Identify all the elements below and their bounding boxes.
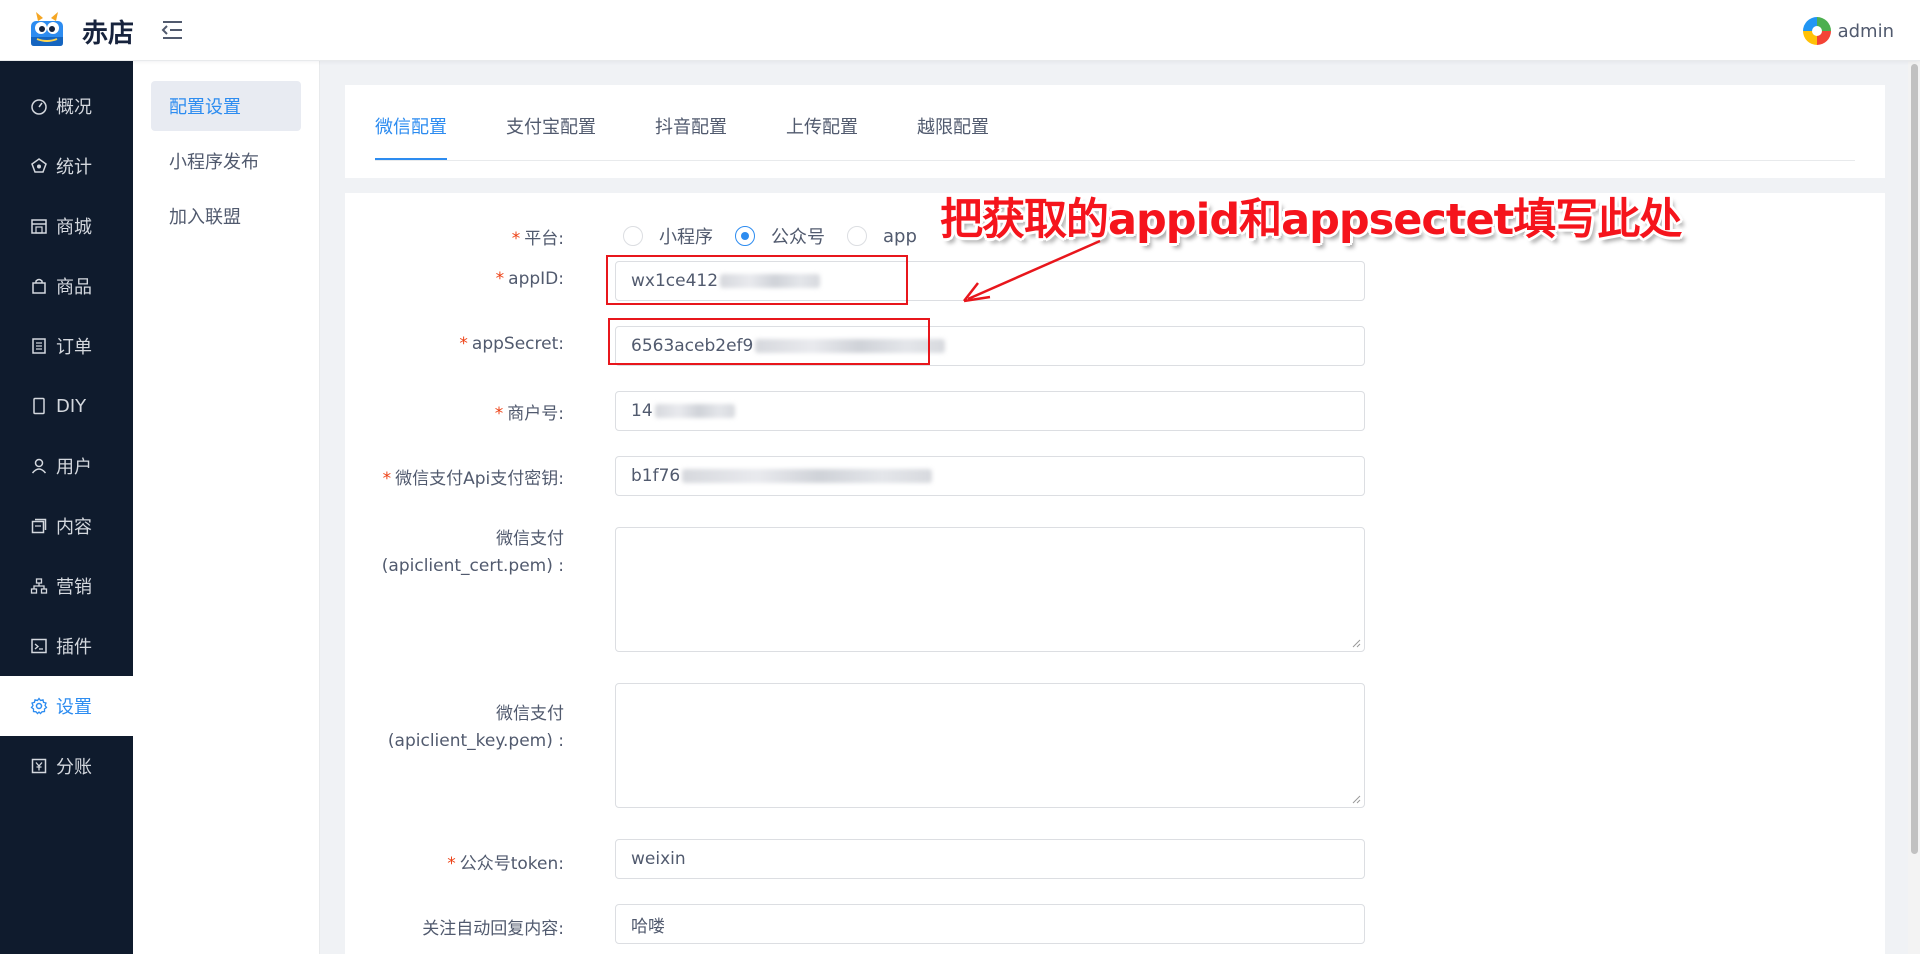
page-scrollbar[interactable] bbox=[1908, 61, 1920, 954]
sidebar-item-split[interactable]: 分账 bbox=[0, 736, 133, 796]
wechat-config-form: * 平台: 小程序 公众号 app * appID: wx1ce412 * appSe… bbox=[345, 193, 1885, 954]
platform-label: * 平台: bbox=[511, 229, 564, 249]
radio-app[interactable]: app bbox=[847, 226, 917, 247]
sidebar-item-shop[interactable]: 商城 bbox=[0, 196, 133, 256]
tab-upload-config[interactable]: 上传配置 bbox=[786, 113, 858, 160]
plugin-icon bbox=[31, 638, 47, 654]
appsecret-input[interactable]: 6563aceb2ef9 bbox=[615, 326, 1365, 366]
avatar bbox=[1802, 17, 1831, 45]
sidebar-item-label: 商品 bbox=[56, 277, 92, 298]
key-label: 微信支付 (apiclient_key.pem) : bbox=[387, 704, 564, 751]
auto-reply-label: 关注自动回复内容: bbox=[422, 919, 564, 939]
phone-icon bbox=[33, 397, 45, 415]
user-icon bbox=[31, 458, 47, 474]
subnav-item-miniprogram-publish[interactable]: 小程序发布 bbox=[151, 136, 301, 186]
stats-icon bbox=[31, 158, 47, 173]
tabs-divider bbox=[375, 160, 1855, 161]
tab-alipay-config[interactable]: 支付宝配置 bbox=[506, 113, 596, 160]
sub-navigation: 配置设置 小程序发布 加入联盟 bbox=[133, 61, 320, 954]
annotation-text: 把获取的appid和appsectet填写此处 bbox=[940, 195, 1682, 245]
yen-icon bbox=[31, 758, 47, 774]
config-tabs: 微信配置 支付宝配置 抖音配置 上传配置 越限配置 bbox=[345, 85, 1885, 178]
api-key-label: * 微信支付Api支付密钥: bbox=[382, 469, 564, 489]
cert-textarea[interactable] bbox=[615, 527, 1365, 652]
sidebar-item-overview[interactable]: 概况 bbox=[0, 76, 133, 136]
subnav-item-join-alliance[interactable]: 加入联盟 bbox=[151, 191, 301, 241]
resize-grip-icon[interactable] bbox=[1351, 794, 1361, 804]
appsecret-label: * appSecret: bbox=[459, 334, 564, 354]
sidebar-item-label: DIY bbox=[56, 395, 87, 417]
tab-wechat-config[interactable]: 微信配置 bbox=[375, 113, 447, 160]
tab-limit-config[interactable]: 越限配置 bbox=[917, 113, 989, 160]
token-input[interactable]: weixin bbox=[615, 839, 1365, 879]
logo-icon bbox=[31, 12, 63, 46]
sidebar-item-label: 商城 bbox=[56, 217, 92, 238]
sidebar-item-label: 插件 bbox=[56, 637, 92, 658]
subnav-item-config[interactable]: 配置设置 bbox=[151, 81, 301, 131]
gear-icon bbox=[30, 697, 48, 715]
platform-radio-group: 小程序 公众号 app bbox=[623, 224, 939, 248]
sidebar-item-label: 内容 bbox=[56, 517, 92, 538]
dashboard-icon bbox=[31, 99, 47, 115]
auto-reply-input[interactable]: 哈喽 bbox=[615, 904, 1365, 944]
sidebar-item-label: 设置 bbox=[56, 697, 92, 718]
sidebar-item-diy[interactable]: DIY bbox=[0, 376, 133, 436]
appid-input[interactable]: wx1ce412 bbox=[615, 261, 1365, 301]
sidebar-item-label: 概况 bbox=[56, 97, 92, 118]
sidebar-item-settings[interactable]: 设置 bbox=[0, 676, 133, 736]
sidebar-item-stats[interactable]: 统计 bbox=[0, 136, 133, 196]
sidebar-item-users[interactable]: 用户 bbox=[0, 436, 133, 496]
sidebar-item-label: 营销 bbox=[56, 577, 92, 598]
app-name: 赤店 bbox=[82, 19, 135, 49]
shop-icon bbox=[31, 219, 47, 234]
radio-official-account[interactable]: 公众号 bbox=[735, 223, 825, 249]
key-textarea[interactable] bbox=[615, 683, 1365, 808]
bag-icon bbox=[32, 278, 46, 294]
appid-label: * appID: bbox=[495, 269, 564, 289]
user-menu[interactable]: admin bbox=[1802, 16, 1894, 46]
sidebar: 概况 统计 商城 商品 订单 DIY 用户 内容 营销 插件 设置 分账 bbox=[0, 61, 133, 954]
content-icon bbox=[31, 518, 47, 534]
merchant-id-label: * 商户号: bbox=[494, 404, 564, 424]
cert-label: 微信支付 (apiclient_cert.pem) : bbox=[381, 529, 564, 576]
marketing-icon bbox=[30, 578, 48, 594]
api-key-input[interactable]: b1f76 bbox=[615, 456, 1365, 496]
sidebar-item-label: 分账 bbox=[56, 757, 92, 778]
sidebar-item-label: 用户 bbox=[56, 457, 92, 478]
resize-grip-icon[interactable] bbox=[1351, 638, 1361, 648]
sidebar-item-plugins[interactable]: 插件 bbox=[0, 616, 133, 676]
tab-douyin-config[interactable]: 抖音配置 bbox=[655, 113, 727, 160]
sidebar-item-orders[interactable]: 订单 bbox=[0, 316, 133, 376]
order-icon bbox=[32, 338, 46, 354]
sidebar-item-marketing[interactable]: 营销 bbox=[0, 556, 133, 616]
menu-collapse-icon[interactable] bbox=[160, 19, 184, 41]
radio-miniprogram[interactable]: 小程序 bbox=[623, 223, 713, 249]
merchant-id-input[interactable]: 14 bbox=[615, 391, 1365, 431]
scrollbar-thumb[interactable] bbox=[1911, 64, 1918, 854]
sidebar-item-label: 统计 bbox=[56, 157, 92, 178]
sidebar-item-products[interactable]: 商品 bbox=[0, 256, 133, 316]
user-name: admin bbox=[1837, 20, 1894, 42]
sidebar-item-label: 订单 bbox=[56, 337, 92, 358]
top-bar: 赤店 admin bbox=[0, 0, 1920, 61]
sidebar-item-content[interactable]: 内容 bbox=[0, 496, 133, 556]
token-label: * 公众号token: bbox=[447, 854, 564, 874]
